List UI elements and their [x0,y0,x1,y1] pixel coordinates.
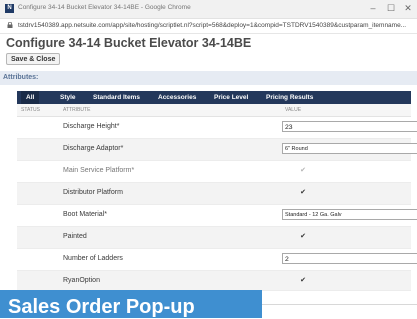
tab-price-level[interactable]: Price Level [214,94,248,101]
minimize-button[interactable]: – [366,2,380,15]
attribute-label: Discharge Height* [63,123,120,130]
value-column-header: VALUE [285,107,302,113]
table-row: Boot Material* Standard - 12 Ga. Galv ▾ [17,205,417,227]
boot-material-select[interactable]: Standard - 12 Ga. Galv ▾ [282,209,417,220]
table-row: Number of Ladders 2 [17,249,417,271]
main-service-platform-checkbox: ✔ [300,167,306,174]
maximize-button[interactable]: ☐ [384,2,398,15]
banner-text: Sales Order Pop-up [8,296,195,318]
select-value: Standard - 12 Ga. Galv [285,212,342,218]
number-of-ladders-input[interactable]: 2 [282,253,417,264]
discharge-height-input[interactable]: 23 [282,121,417,132]
page-title: Configure 34-14 Bucket Elevator 34-14BE [6,36,252,50]
divider [262,304,417,305]
tab-accessories[interactable]: Accessories [158,94,196,101]
status-column-header: STATUS [21,107,40,113]
tab-bar: All Style Standard Items Accessories Pri… [17,91,411,104]
close-button[interactable]: ✕ [401,2,415,15]
attribute-column-header: ATTRIBUTE [63,107,91,113]
select-value: 6" Round [285,146,308,152]
tab-all[interactable]: All [21,91,40,104]
table-row: Distributor Platform ✔ [17,183,411,205]
tab-standard-items[interactable]: Standard Items [93,94,140,101]
tab-pricing-results[interactable]: Pricing Results [266,94,313,101]
address-bar[interactable]: tstdrv1540389.app.netsuite.com/app/site/… [0,19,417,34]
attribute-label: Distributor Platform [63,189,123,196]
attribute-label: Painted [63,233,87,240]
attributes-section-header: Attributes: [0,71,417,85]
attribute-label: RyanOption [63,277,100,284]
attribute-label: Discharge Adaptor* [63,145,124,152]
table-row: Main Service Platform* ✔ [17,161,411,183]
save-and-close-button[interactable]: Save & Close [6,53,61,65]
table-column-header: STATUS ATTRIBUTE VALUE [17,104,411,117]
painted-checkbox[interactable]: ✔ [299,233,307,241]
tab-style[interactable]: Style [60,94,76,101]
attribute-label: Main Service Platform* [63,167,135,174]
lock-icon [7,22,13,28]
discharge-adaptor-select[interactable]: 6" Round ▾ [282,143,417,154]
url-text[interactable]: tstdrv1540389.app.netsuite.com/app/site/… [18,22,406,29]
attribute-label: Boot Material* [63,211,107,218]
table-row: RyanOption ✔ [17,271,411,291]
window-title: Configure 34-14 Bucket Elevator 34-14BE … [18,4,191,11]
netsuite-app-icon: N [5,4,14,13]
attribute-label: Number of Ladders [63,255,123,262]
section-label: Attributes: [3,74,39,81]
table-row: Discharge Height* 23 [17,117,417,139]
window-titlebar: N Configure 34-14 Bucket Elevator 34-14B… [0,0,417,19]
table-row: Painted ✔ [17,227,411,249]
caption-banner: Sales Order Pop-up [0,290,262,318]
distributor-platform-checkbox[interactable]: ✔ [299,189,307,197]
table-row: Discharge Adaptor* 6" Round ▾ [17,139,417,161]
ryanoption-checkbox[interactable]: ✔ [299,277,307,285]
